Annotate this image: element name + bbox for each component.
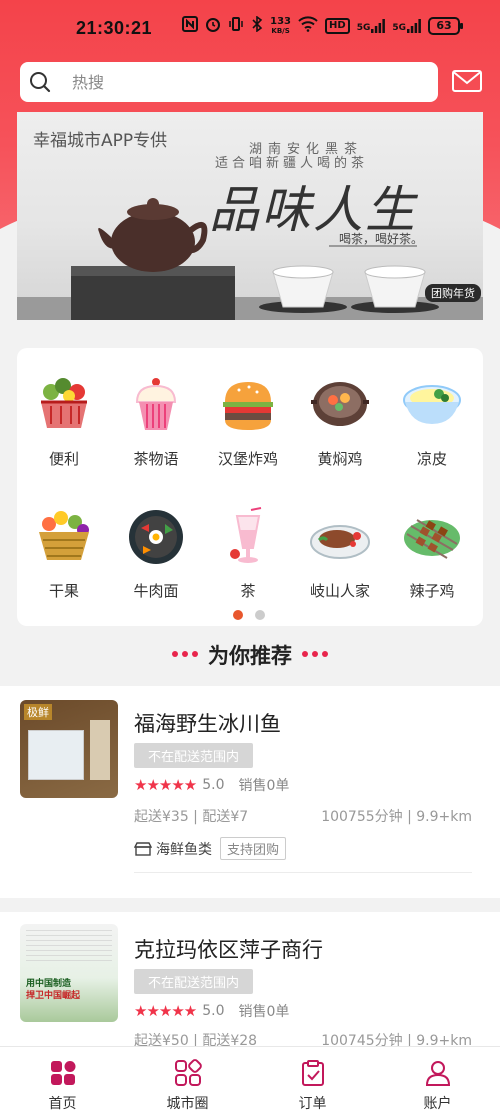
shop-fees: 起送¥35 | 配送¥7 <box>134 809 249 825</box>
burger-icon <box>223 382 273 430</box>
signal-icon-2: 5G <box>392 19 421 33</box>
nav-city-circle[interactable]: 城市圈 <box>125 1047 250 1116</box>
signal-icon-1: 5G <box>357 19 386 33</box>
city-circle-icon <box>174 1059 202 1086</box>
status-time: 21:30:21 <box>76 18 153 38</box>
category-item[interactable]: 茶物语 <box>113 374 199 469</box>
divider <box>134 872 472 873</box>
banner-line2: 适合咱新疆人喝的茶 <box>215 156 369 171</box>
delivery-range-badge: 不在配送范围内 <box>134 743 254 768</box>
search-input[interactable] <box>72 70 422 94</box>
title-dots-left <box>170 644 200 668</box>
claypot-icon <box>311 382 369 426</box>
page-indicator <box>233 610 265 620</box>
shop-category-line: 海鲜鱼类 支持团购 <box>134 837 287 860</box>
bibimbap-icon <box>129 510 183 564</box>
category-item[interactable]: 岐山人家 <box>297 506 383 601</box>
category-item[interactable]: 凉皮 <box>389 374 475 469</box>
store-icon <box>134 841 152 856</box>
shop-thumbnail: 用中国制造 捍卫中国崛起 <box>20 924 118 1022</box>
delivery-range-badge: 不在配送范围内 <box>134 969 254 994</box>
mail-icon[interactable] <box>452 70 482 96</box>
nav-home[interactable]: 首页 <box>0 1047 125 1116</box>
shop-rating: ★★★★★ 5.0 销售0单 <box>134 776 290 794</box>
search-icon <box>29 71 51 97</box>
category-item[interactable]: 便利 <box>21 374 107 469</box>
banner-tag: 幸福城市APP专供 <box>33 131 168 151</box>
bluetooth-icon <box>251 15 263 36</box>
category-item[interactable]: 牛肉面 <box>113 506 199 601</box>
order-clipboard-icon <box>301 1060 324 1086</box>
nfc-icon <box>182 16 199 36</box>
status-icons: 133 KB/S HD 5G 5G 63 <box>182 15 463 36</box>
shop-name: 福海野生冰川鱼 <box>134 712 281 736</box>
noodle-bowl-icon <box>403 385 461 424</box>
shop-card[interactable]: 用中国制造 捍卫中国崛起 克拉玛依区萍子商行 不在配送范围内 ★★★★★ 5.0… <box>0 912 500 1049</box>
shop-card[interactable]: 极鲜 福海野生冰川鱼 不在配送范围内 ★★★★★ 5.0 销售0单 起送¥35 … <box>0 686 500 898</box>
nav-account[interactable]: 账户 <box>375 1047 500 1116</box>
home-grid-icon <box>50 1061 75 1085</box>
bottom-navigation: 首页 城市圈 订单 账户 <box>0 1046 500 1116</box>
group-buy-badge: 支持团购 <box>220 837 287 860</box>
page-dot[interactable] <box>255 610 265 620</box>
net-speed: 133 KB/S <box>270 16 292 36</box>
cupcake-icon <box>135 378 177 430</box>
category-item[interactable]: 黄焖鸡 <box>297 374 383 469</box>
shop-thumbnail: 极鲜 <box>20 700 118 798</box>
vegetable-basket-icon <box>41 378 87 428</box>
search-bar[interactable] <box>20 62 438 102</box>
battery-indicator: 63 <box>428 17 463 35</box>
title-dots-right <box>300 644 330 668</box>
category-item[interactable]: 汉堡炸鸡 <box>205 374 291 469</box>
status-bar: 21:30:21 133 KB/S HD 5G 5G 63 <box>0 0 500 56</box>
steak-plate-icon <box>310 525 370 559</box>
star-rating-icon: ★★★★★ <box>134 1002 197 1020</box>
vibrate-icon <box>228 16 244 36</box>
wifi-icon <box>298 16 318 36</box>
star-rating-icon: ★★★★★ <box>134 776 197 794</box>
shop-name: 克拉玛依区萍子商行 <box>134 938 323 962</box>
section-title: 为你推荐 <box>0 640 500 670</box>
group-buy-button[interactable]: 团购年货 <box>425 284 481 302</box>
nav-orders[interactable]: 订单 <box>250 1047 375 1116</box>
banner-slogan: 喝茶，喝好茶。 <box>339 232 424 246</box>
account-person-icon <box>425 1061 450 1086</box>
page-dot-active[interactable] <box>233 610 243 620</box>
hd-badge: HD <box>325 18 350 34</box>
shop-distance: 100755分钟 | 9.9+km <box>321 809 472 825</box>
promo-banner[interactable]: 幸福城市APP专供 湖南安化黑茶 适合咱新疆人喝的茶 品味人生 喝茶，喝好茶。 … <box>17 112 483 320</box>
category-item[interactable]: 茶 <box>205 506 291 601</box>
category-grid: 便利 茶物语 汉堡炸鸡 黄焖鸡 凉皮 干果 牛肉面 茶 岐山人家 辣子鸡 <box>17 348 483 626</box>
drink-glass-icon <box>230 507 262 563</box>
category-item[interactable]: 干果 <box>21 506 107 601</box>
shop-rating: ★★★★★ 5.0 销售0单 <box>134 1002 290 1020</box>
alarm-icon <box>205 16 221 36</box>
fruit-basket-icon <box>39 511 89 560</box>
skewers-icon <box>404 519 460 559</box>
category-item[interactable]: 辣子鸡 <box>389 506 475 601</box>
